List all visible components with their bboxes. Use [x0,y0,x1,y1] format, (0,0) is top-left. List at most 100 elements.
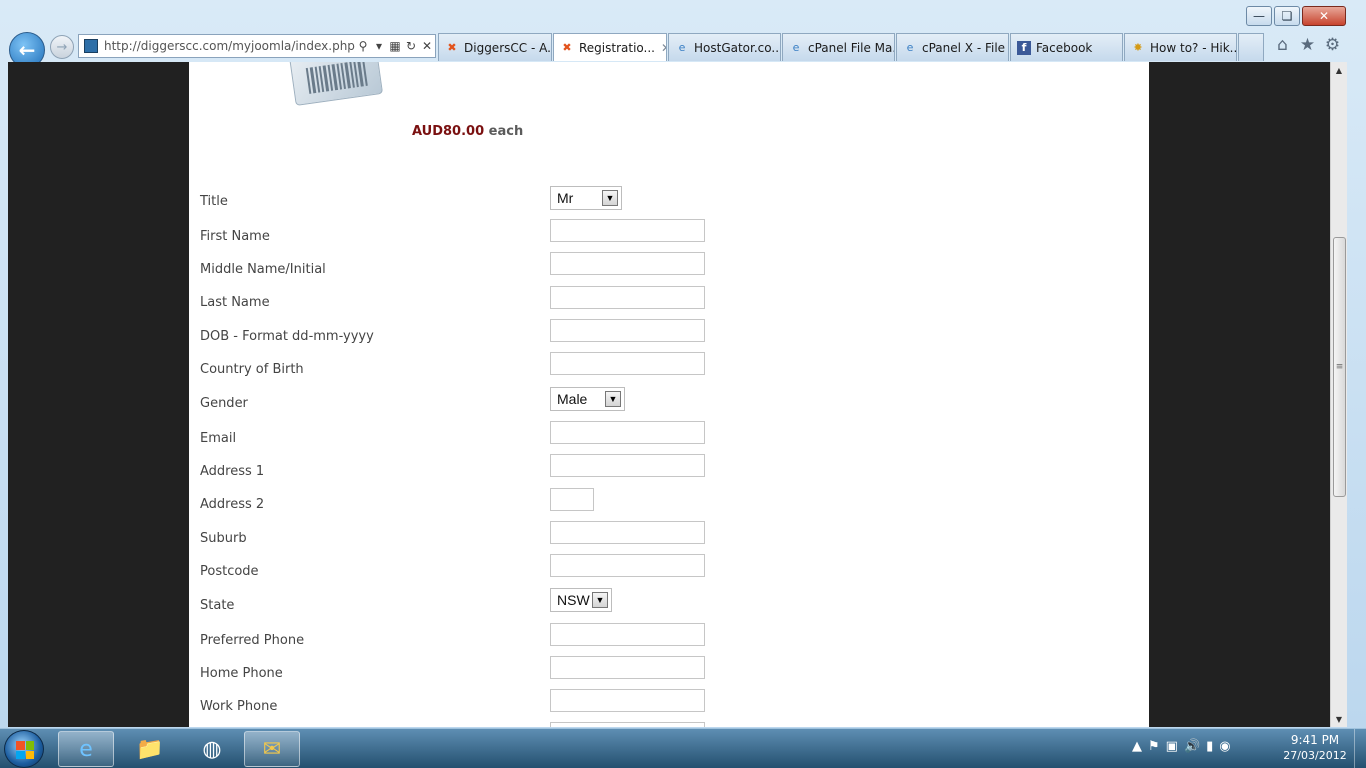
form-row-preferred-phone: Preferred Phone [200,623,900,649]
scroll-down-icon[interactable]: ▼ [1331,711,1347,727]
email-input[interactable] [550,421,705,444]
price-unit: each [488,124,524,139]
show-desktop-button[interactable] [1354,729,1366,768]
vertical-scrollbar[interactable]: ▲ ≡ ▼ [1330,62,1347,727]
title-bar: — ❏ ✕ [0,0,1366,30]
first-name-input[interactable] [550,219,705,242]
facebook-icon: f [1017,40,1031,55]
chevron-down-icon: ▼ [602,190,618,206]
taskbar-explorer[interactable]: 📁 [122,731,178,767]
ie-page-icon: e [792,41,800,54]
chevron-down-icon: ▼ [605,391,621,407]
gear-icon[interactable]: ⚙ [1320,35,1345,55]
scrollbar-thumb[interactable]: ≡ [1333,237,1346,497]
maximize-button[interactable]: ❏ [1274,6,1300,26]
form-row-gender: Gender Male ▼ [200,387,900,413]
new-tab-button[interactable] [1238,33,1264,61]
internet-explorer-icon: e [79,736,93,762]
browser-window: — ❏ ✕ ← → http://diggerscc.com/myjoomla/… [0,0,1366,728]
state-select[interactable]: NSW ▼ [550,588,612,612]
last-name-input[interactable] [550,286,705,309]
refresh-icon[interactable]: ↻ [403,39,419,53]
form-row-home-phone: Home Phone [200,656,900,682]
start-button[interactable] [4,730,44,768]
system-tray: ▲ ⚑ ▣ 🔊 ▮ ◉ [1132,739,1231,754]
scroll-up-icon[interactable]: ▲ [1331,62,1347,78]
tab-hostgator[interactable]: e HostGator.co... [668,33,781,61]
address1-input[interactable] [550,454,705,477]
gender-select-value: Male [557,391,588,407]
volume-icon[interactable]: 🔊 [1184,739,1200,754]
compatibility-view-icon[interactable]: ▦ [387,39,403,53]
postcode-label: Postcode [200,564,259,579]
dob-input[interactable] [550,319,705,342]
ie-page-icon: e [906,41,914,54]
middle-name-input[interactable] [550,252,705,275]
favorites-star-icon[interactable]: ★ [1295,35,1320,55]
suburb-input[interactable] [550,521,705,544]
tab-facebook[interactable]: f Facebook [1010,33,1123,61]
clock[interactable]: 9:41 PM 27/03/2012 [1282,733,1348,762]
taskbar-network[interactable]: ◍ [184,731,240,767]
folder-icon: 📁 [136,736,164,762]
form-row-first-name: First Name [200,219,900,245]
gender-label: Gender [200,396,248,411]
form-row-email: Email [200,421,900,447]
preferred-phone-input[interactable] [550,623,705,646]
form-row-postcode: Postcode [200,554,900,580]
first-name-label: First Name [200,229,270,244]
form-row-country: Country of Birth [200,352,900,378]
tab-label: HostGator.co... [694,40,781,55]
preferred-phone-label: Preferred Phone [200,633,305,648]
taskbar-internet-explorer[interactable]: e [58,731,114,767]
address2-input[interactable] [550,488,594,511]
tab-registration[interactable]: ✖ Registratio... ✕ [553,33,667,61]
home-icon[interactable]: ⌂ [1270,35,1295,55]
signal-icon[interactable]: ▮ [1206,739,1213,754]
suburb-label: Suburb [200,531,247,546]
form-row-next [200,722,900,727]
next-input[interactable] [550,722,705,727]
home-phone-input[interactable] [550,656,705,679]
tab-cpanel-file-manager[interactable]: e cPanel File Ma... [782,33,895,61]
form-row-suburb: Suburb [200,521,900,547]
tab-label: How to? - Hik... [1150,40,1237,55]
form-row-middle-name: Middle Name/Initial [200,252,900,278]
minimize-button[interactable]: — [1246,6,1272,26]
search-icon[interactable]: ⚲ [355,39,371,53]
work-phone-input[interactable] [550,689,705,712]
ie-page-icon: e [678,41,686,54]
network-icon[interactable]: ◉ [1219,739,1230,754]
last-name-label: Last Name [200,295,270,310]
title-select[interactable]: Mr ▼ [550,186,622,210]
close-tab-icon[interactable]: ✕ [661,41,666,55]
joomla-icon: ✖ [447,41,457,54]
dropdown-arrow-icon[interactable]: ▾ [371,39,387,53]
gender-select[interactable]: Male ▼ [550,387,625,411]
clock-time: 9:41 PM [1290,733,1340,747]
tab-cpanel-x[interactable]: e cPanel X - File ... [896,33,1009,61]
title-label: Title [200,194,228,209]
postcode-input[interactable] [550,554,705,577]
product-price: AUD80.00 each [412,124,523,139]
address-bar[interactable]: http://diggerscc.com/myjoomla/index.php/… [78,34,436,58]
window-controls: — ❏ ✕ [1244,6,1346,26]
flag-icon[interactable]: ⚑ [1148,739,1160,754]
form-row-address2: Address 2 [200,488,900,514]
site-favicon-icon [84,39,98,53]
tab-label: DiggersCC - A... [464,40,552,55]
form-row-state: State NSW ▼ [200,588,900,614]
address-url[interactable]: http://diggerscc.com/myjoomla/index.php/… [104,39,355,53]
site-icon: ✸ [1133,41,1143,54]
tab-label: Facebook [1036,40,1093,55]
taskbar-app[interactable]: ✉ [244,731,300,767]
forward-button[interactable]: → [50,35,74,59]
tab-diggerscc[interactable]: ✖ DiggersCC - A... [438,33,552,61]
email-label: Email [200,431,237,446]
device-icon[interactable]: ▣ [1166,739,1178,754]
country-of-birth-input[interactable] [550,352,705,375]
close-window-button[interactable]: ✕ [1302,6,1346,26]
show-hidden-icons-icon[interactable]: ▲ [1132,739,1142,754]
tab-how-to[interactable]: ✸ How to? - Hik... [1124,33,1237,61]
stop-icon[interactable]: ✕ [419,39,435,53]
